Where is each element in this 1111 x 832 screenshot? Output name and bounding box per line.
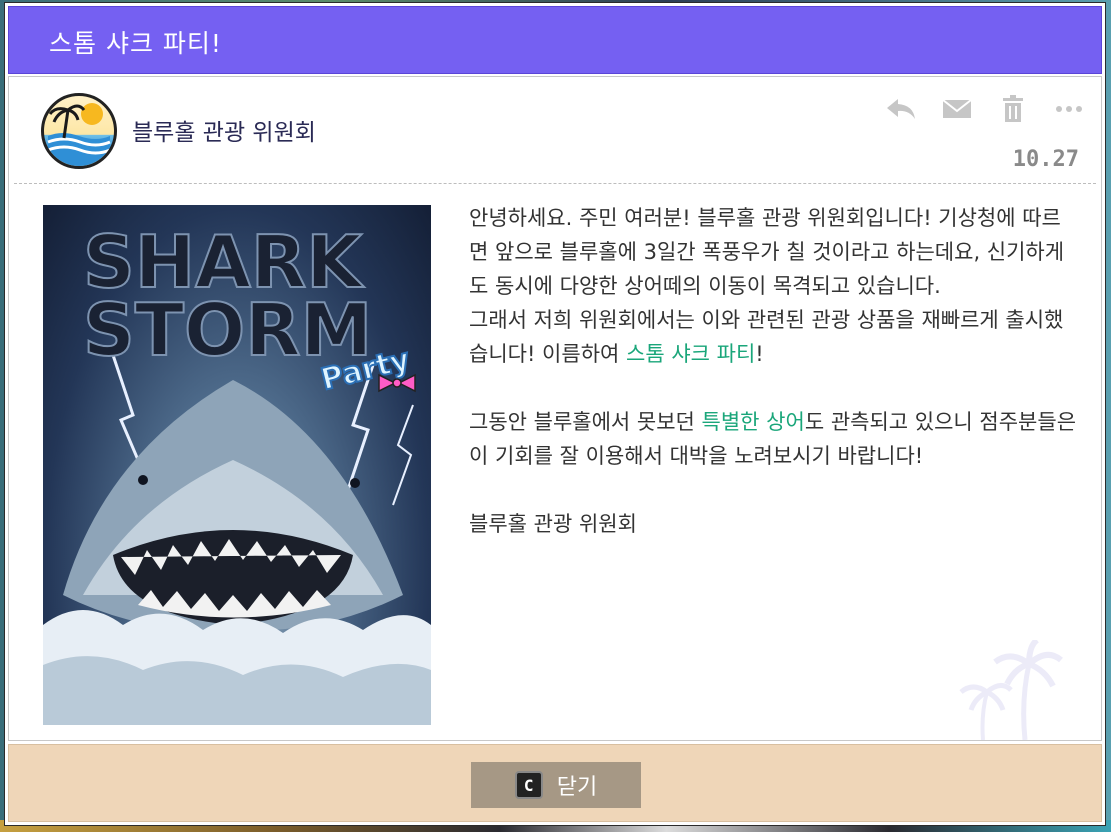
shark-storm-poster: SHARK STORM Party: [43, 205, 431, 725]
message-actions: [883, 95, 1087, 123]
reply-icon[interactable]: [883, 95, 919, 123]
poster-artwork: SHARK STORM Party: [43, 219, 431, 725]
dialog-footer: C 닫기: [8, 744, 1102, 822]
sender-name: 블루홀 관광 위원회: [132, 120, 316, 146]
palm-tree-watermark-icon: [959, 640, 1063, 740]
body-paragraph-1-end: !: [755, 342, 764, 366]
mail-window: 스톰 샤크 파티! 블루홀 관광 위원회 10.27 SHARK STORM P…: [4, 2, 1106, 826]
close-button-label: 닫기: [556, 775, 598, 800]
body-signature: 블루홀 관광 위원회: [469, 512, 637, 536]
window-titlebar: 스톰 샤크 파티!: [8, 6, 1102, 74]
message-body: 안녕하세요. 주민 여러분! 블루홀 관광 위원회입니다! 기상청에 따르면 앞…: [469, 201, 1079, 541]
body-paragraph-2: 그동안 블루홀에서 못보던: [469, 410, 702, 434]
palm-beach-logo-icon: [47, 103, 111, 166]
trash-icon[interactable]: [995, 95, 1031, 123]
body-paragraph-1: 안녕하세요. 주민 여러분! 블루홀 관광 위원회입니다! 기상청에 따르면 앞…: [469, 206, 1065, 366]
message-date: 10.27: [1012, 147, 1079, 172]
window-title: 스톰 샤크 파티!: [49, 29, 222, 58]
body-highlight-shark: 특별한 상어: [701, 410, 805, 434]
close-button[interactable]: C 닫기: [471, 762, 641, 808]
message-panel: 블루홀 관광 위원회 10.27 SHARK STORM Party 안녕하세요…: [8, 76, 1102, 741]
body-highlight-event: 스톰 샤크 파티: [626, 342, 756, 366]
sender-avatar: [41, 93, 117, 169]
mail-icon[interactable]: [939, 95, 975, 123]
keyboard-shortcut-key: C: [514, 771, 543, 799]
more-icon[interactable]: [1051, 95, 1087, 123]
poster-title-line2: STORM: [83, 288, 372, 372]
header-divider: [14, 183, 1096, 184]
